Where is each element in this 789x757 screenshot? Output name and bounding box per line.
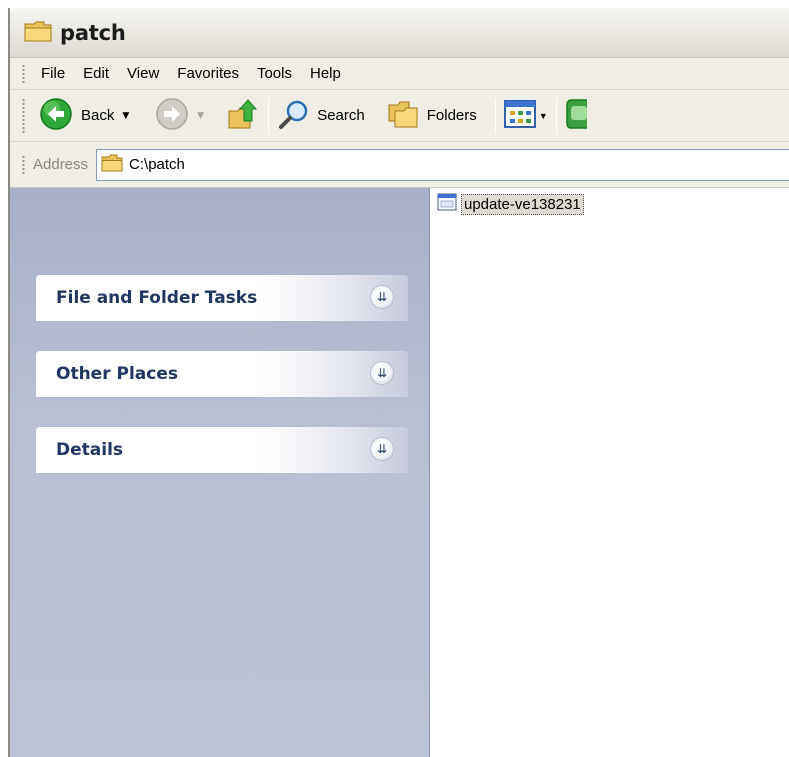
group-other-places[interactable]: Other Places ⇊ [36,351,408,397]
forward-button[interactable] [155,97,189,135]
views-button[interactable]: ▼ [503,99,548,132]
standard-toolbar: Back ▼ ▼ Search Folders ▼ [10,90,789,142]
toolbar-separator [555,97,557,134]
menu-file[interactable]: File [41,65,65,82]
forward-arrow-icon [155,97,189,135]
menu-grip[interactable] [22,63,25,84]
address-label: Address [33,156,89,173]
file-name: update-ve138231 [461,193,584,215]
group-title: Other Places [56,364,178,384]
file-list[interactable]: update-ve138231 [431,188,789,757]
explorer-window: patch File Edit View Favorites Tools Hel… [8,8,789,757]
back-button[interactable]: Back [39,97,114,135]
group-file-folder-tasks[interactable]: File and Folder Tasks ⇊ [36,275,408,321]
menu-tools[interactable]: Tools [257,65,292,82]
back-label: Back [81,107,115,124]
group-title: Details [56,440,124,460]
menu-bar: File Edit View Favorites Tools Help [10,58,789,90]
views-icon [503,99,536,132]
search-button[interactable]: Search [277,97,365,135]
forward-dropdown-icon[interactable]: ▼ [197,111,204,121]
folder-icon [24,20,52,46]
folders-button[interactable]: Folders [387,99,477,133]
toolbar-grip[interactable] [22,97,25,134]
file-item[interactable]: update-ve138231 [437,192,584,216]
toolbar-separator [494,97,496,134]
up-folder-icon [226,97,260,135]
sync-icon [565,98,592,134]
address-bar: Address C:\patch [10,142,789,188]
menu-favorites[interactable]: Favorites [177,65,239,82]
group-title: File and Folder Tasks [56,288,258,308]
title-bar[interactable]: patch [10,8,789,58]
folder-icon [101,154,123,176]
back-arrow-icon [39,97,73,135]
expand-chevron-icon[interactable]: ⇊ [370,285,394,309]
views-dropdown-icon[interactable]: ▼ [539,111,548,121]
menu-edit[interactable]: Edit [83,65,109,82]
search-label: Search [317,107,365,124]
expand-chevron-icon[interactable]: ⇊ [370,361,394,385]
menu-view[interactable]: View [127,65,159,82]
folders-label: Folders [426,107,477,124]
executable-file-icon [437,192,457,216]
address-path: C:\patch [129,156,185,173]
back-dropdown-icon[interactable]: ▼ [122,111,129,121]
toolbar-separator [268,97,270,134]
up-folder-button[interactable] [226,97,260,135]
task-pane: File and Folder Tasks ⇊ Other Places ⇊ D… [10,188,430,757]
search-icon [277,97,311,135]
extra-toolbar-button[interactable] [565,98,592,134]
address-grip[interactable] [22,154,25,175]
menu-help[interactable]: Help [310,65,341,82]
group-details[interactable]: Details ⇊ [36,427,408,473]
folders-icon [387,99,421,133]
window-title: patch [60,20,126,45]
address-input[interactable]: C:\patch [96,148,789,181]
expand-chevron-icon[interactable]: ⇊ [370,437,394,461]
